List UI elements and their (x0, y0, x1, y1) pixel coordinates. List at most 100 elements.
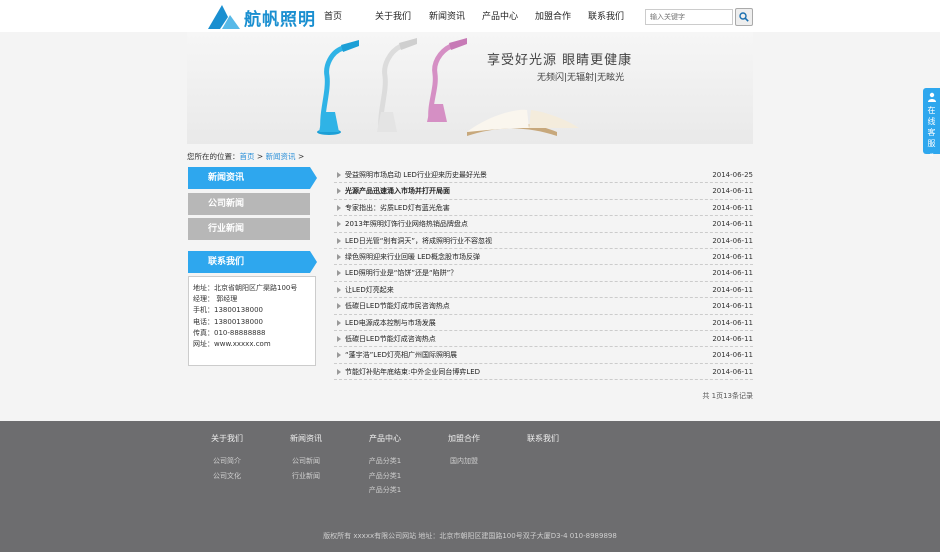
logo[interactable]: 航帆照明 (208, 4, 316, 30)
news-title[interactable]: 绿色照明迎来行业回暖 LED概念股市场反弹 (345, 249, 480, 265)
footer-heading[interactable]: 新闻资讯 (276, 433, 336, 444)
footer-col-contact: 联系我们 (513, 433, 573, 454)
news-date: 2014-06-11 (712, 269, 753, 278)
breadcrumb-tail: > (295, 152, 305, 161)
footer-col-join: 加盟合作 国内加盟 (434, 433, 494, 469)
contact-website: 网址：www.xxxxx.com (193, 340, 271, 349)
contact-mobile: 手机：13800138000 (193, 306, 263, 315)
nav-about[interactable]: 关于我们 (368, 0, 418, 32)
news-title[interactable]: LED日光管“别有洞天”，将成照明行业不容忽视 (345, 233, 492, 249)
footer-col-about: 关于我们 公司简介 公司文化 (197, 433, 257, 483)
arrow-right-icon (337, 253, 341, 260)
news-title[interactable]: 低碳日LED节能灯成市民咨询热点 (345, 298, 450, 314)
nav-contact[interactable]: 联系我们 (581, 0, 631, 32)
contact-info: 地址：北京省朝阳区广渠路100号 经理： 郭经理 手机：13800138000 … (188, 276, 316, 366)
news-row[interactable]: LED日光管“别有洞天”，将成照明行业不容忽视 2014-06-11 (334, 233, 753, 249)
news-date: 2014-06-11 (712, 302, 753, 311)
sidebar-tab-company-news[interactable]: 公司新闻 (188, 193, 310, 215)
news-title[interactable]: 2013年照明灯饰行业网络热销品牌盘点 (345, 216, 468, 232)
user-icon (927, 92, 936, 102)
pagination-info: 共 1页13条记录 (702, 392, 753, 400)
search-button[interactable] (735, 8, 753, 26)
breadcrumb: 您所在的位置：首页 > 新闻资讯 > (187, 151, 304, 162)
news-row[interactable]: 节能灯补贴年底结束:中外企业同台博弈LED 2014-06-11 (334, 364, 753, 381)
news-date: 2014-06-11 (712, 252, 753, 261)
arrow-right-icon (337, 352, 341, 359)
breadcrumb-prefix: 您所在的位置： (187, 152, 240, 161)
news-date: 2014-06-11 (712, 367, 753, 376)
news-date: 2014-06-11 (712, 351, 753, 360)
footer-link[interactable]: 行业新闻 (276, 469, 336, 484)
logo-icon (208, 5, 240, 29)
news-row[interactable]: 低碳日LED节能灯成咨询热点 2014-06-11 (334, 331, 753, 348)
contact-phone: 电话：13800138000 (193, 317, 263, 326)
arrow-right-icon (337, 188, 341, 195)
news-row[interactable]: LED照明行业是“馅饼”还是“陷阱”？ 2014-06-11 (334, 265, 753, 282)
breadcrumb-home[interactable]: 首页 (240, 152, 255, 161)
news-row[interactable]: 受益照明市场启动 LED行业迎来历史最好光景 2014-06-25 (334, 167, 753, 184)
search-input[interactable] (645, 9, 733, 25)
copyright: 版权所有 xxxxx有限公司网站 地址：北京市朝阳区建国路100号双子大厦D3-… (323, 532, 617, 540)
banner-subtitle: 无频闪|无辐射|无眩光 (537, 73, 625, 83)
footer-link[interactable]: 产品分类1 (355, 454, 415, 469)
breadcrumb-current[interactable]: 新闻资讯 (266, 152, 296, 161)
arrow-right-icon (337, 368, 341, 375)
news-date: 2014-06-11 (712, 187, 753, 196)
news-date: 2014-06-11 (712, 318, 753, 327)
news-date: 2014-06-11 (712, 285, 753, 294)
news-list: 受益照明市场启动 LED行业迎来历史最好光景 2014-06-25 光源产品迅速涌… (334, 167, 753, 381)
banner-title: 享受好光源 眼睛更健康 (487, 53, 633, 68)
online-service-button[interactable]: 在线客服 « (923, 88, 940, 159)
news-row[interactable]: 专家指出：劣质LED灯有蓝光危害 2014-06-11 (334, 200, 753, 217)
footer-link[interactable]: 产品分类1 (355, 469, 415, 484)
news-row[interactable]: LED电源成本控制与市场发展 2014-06-11 (334, 315, 753, 331)
news-title[interactable]: LED照明行业是“馅饼”还是“陷阱”？ (345, 265, 457, 281)
footer-link[interactable]: 产品分类1 (355, 483, 415, 498)
news-row[interactable]: 光源产品迅速涌入市场并打开局面 2014-06-11 (334, 183, 753, 200)
nav-products[interactable]: 产品中心 (475, 0, 525, 32)
news-title[interactable]: LED电源成本控制与市场发展 (345, 315, 436, 331)
footer-link[interactable]: 公司新闻 (276, 454, 336, 469)
nav-join[interactable]: 加盟合作 (528, 0, 578, 32)
footer-heading[interactable]: 加盟合作 (434, 433, 494, 444)
sidebar-tab-news[interactable]: 新闻资讯 (188, 167, 317, 189)
sidebar-contact-title: 联系我们 (188, 251, 317, 273)
main-nav: 首页 关于我们 新闻资讯 产品中心 加盟合作 联系我们 (318, 0, 631, 32)
nav-news[interactable]: 新闻资讯 (422, 0, 472, 32)
breadcrumb-sep: > (254, 152, 266, 161)
footer-heading[interactable]: 产品中心 (355, 433, 415, 444)
footer-link[interactable]: 公司简介 (197, 454, 257, 469)
news-title[interactable]: 光源产品迅速涌入市场并打开局面 (345, 183, 450, 199)
sidebar-tab-industry-news[interactable]: 行业新闻 (188, 218, 310, 240)
news-row[interactable]: “蓬宇浩”LED灯亮相广州国际照明展 2014-06-11 (334, 347, 753, 364)
arrow-right-icon (337, 172, 341, 178)
footer-link[interactable]: 公司文化 (197, 469, 257, 484)
footer-link[interactable]: 国内加盟 (434, 454, 494, 469)
news-title[interactable]: 节能灯补贴年底结束:中外企业同台博弈LED (345, 364, 480, 380)
nav-home[interactable]: 首页 (318, 0, 348, 32)
arrow-right-icon (337, 319, 341, 326)
arrow-right-icon (337, 221, 341, 228)
news-title[interactable]: 让LED灯亮起来 (345, 282, 394, 298)
banner: 享受好光源 眼睛更健康 无频闪|无辐射|无眩光 (187, 32, 753, 144)
footer-heading[interactable]: 联系我们 (513, 433, 573, 444)
news-title[interactable]: 受益照明市场启动 LED行业迎来历史最好光景 (345, 167, 487, 183)
news-row[interactable]: 2013年照明灯饰行业网络热销品牌盘点 2014-06-11 (334, 216, 753, 233)
news-date: 2014-06-11 (712, 203, 753, 212)
header: 航帆照明 首页 关于我们 新闻资讯 产品中心 加盟合作 联系我们 (0, 0, 940, 32)
news-date: 2014-06-25 (712, 171, 753, 179)
news-row[interactable]: 低碳日LED节能灯成市民咨询热点 2014-06-11 (334, 298, 753, 315)
brand-name: 航帆照明 (244, 9, 316, 30)
news-row[interactable]: 绿色照明迎来行业回暖 LED概念股市场反弹 2014-06-11 (334, 249, 753, 266)
news-row[interactable]: 让LED灯亮起来 2014-06-11 (334, 282, 753, 299)
news-title[interactable]: 专家指出：劣质LED灯有蓝光危害 (345, 200, 450, 216)
arrow-right-icon (337, 237, 341, 244)
news-date: 2014-06-11 (712, 334, 753, 343)
arrow-right-icon (337, 286, 341, 293)
news-title[interactable]: “蓬宇浩”LED灯亮相广州国际照明展 (345, 347, 457, 363)
online-service-label: 在线客服 (927, 106, 936, 148)
search-icon (739, 12, 749, 22)
news-title[interactable]: 低碳日LED节能灯成咨询热点 (345, 331, 436, 347)
footer-col-products: 产品中心 产品分类1 产品分类1 产品分类1 (355, 433, 415, 498)
footer-heading[interactable]: 关于我们 (197, 433, 257, 444)
